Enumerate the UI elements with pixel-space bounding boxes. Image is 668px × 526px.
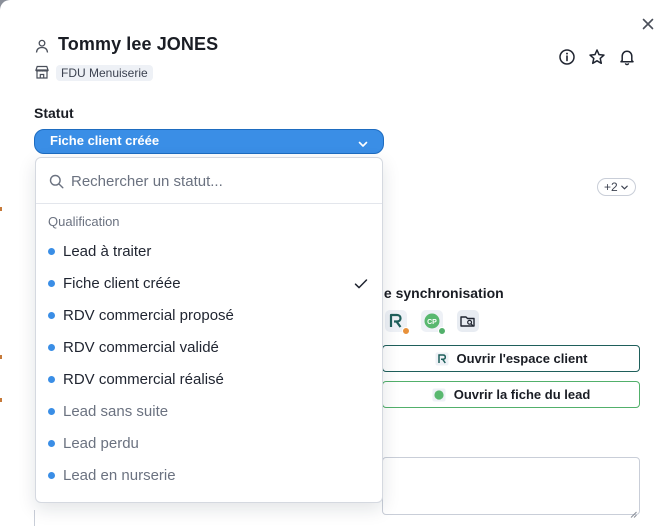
status-dot xyxy=(48,440,55,447)
sync-heading: le synchronisation xyxy=(380,285,504,301)
status-dot xyxy=(48,376,55,383)
user-icon xyxy=(34,38,50,54)
info-icon[interactable] xyxy=(558,48,576,66)
crm-app-icon[interactable]: CP xyxy=(421,310,446,335)
statut-options: Lead à traiter Fiche client créée RDV co… xyxy=(36,235,382,491)
open-lead-sheet-button[interactable]: Ouvrir la fiche du lead xyxy=(382,381,640,408)
bell-icon[interactable] xyxy=(618,48,636,66)
chevron-down-icon xyxy=(620,185,628,190)
store-icon xyxy=(34,64,50,80)
svg-text:CP: CP xyxy=(427,319,437,326)
close-icon[interactable] xyxy=(640,16,656,32)
status-dot xyxy=(48,472,55,479)
statut-option[interactable]: RDV commercial réalisé xyxy=(36,363,382,395)
statut-dropdown: Qualification Lead à traiter Fiche clien… xyxy=(35,157,383,503)
statut-option[interactable]: Lead en nurserie xyxy=(36,459,382,491)
status-dot xyxy=(48,408,55,415)
company-badge[interactable]: FDU Menuiserie xyxy=(56,65,153,81)
statut-option[interactable]: Lead à traiter xyxy=(36,235,382,267)
page-title: Tommy lee JONES xyxy=(58,34,219,54)
r-app-icon[interactable] xyxy=(385,310,410,335)
check-icon xyxy=(354,277,368,289)
statut-search-input[interactable] xyxy=(71,170,361,192)
statut-selected-value: Fiche client créée xyxy=(50,133,160,148)
statut-option[interactable]: RDV commercial proposé xyxy=(36,299,382,331)
folder-search-icon[interactable] xyxy=(457,310,479,332)
statut-select[interactable]: Fiche client créée xyxy=(34,129,384,154)
status-dot xyxy=(48,280,55,287)
lead-modal: Tommy lee JONES FDU Menuiserie Statut Fi… xyxy=(0,0,668,526)
lower-field xyxy=(34,510,384,526)
statut-search xyxy=(36,158,382,204)
more-tags-badge[interactable]: +2 xyxy=(597,178,636,196)
status-dot xyxy=(48,248,55,255)
status-dot xyxy=(48,344,55,351)
statut-option[interactable]: RDV commercial validé xyxy=(36,331,382,363)
notes-textarea[interactable] xyxy=(382,457,640,518)
statut-option[interactable]: Lead sans suite xyxy=(36,395,382,427)
open-client-space-button[interactable]: Ouvrir l'espace client xyxy=(382,345,640,372)
header-actions xyxy=(558,48,636,66)
r-app-icon xyxy=(435,352,449,366)
crm-app-icon xyxy=(432,388,446,402)
statut-option[interactable]: Fiche client créée xyxy=(36,267,382,299)
statut-option[interactable]: Lead perdu xyxy=(36,427,382,459)
chevron-down-icon xyxy=(357,135,369,147)
search-icon xyxy=(49,174,64,189)
star-icon[interactable] xyxy=(588,48,606,66)
group-label: Qualification xyxy=(48,214,120,229)
resize-handle-icon[interactable] xyxy=(630,505,637,518)
statut-label: Statut xyxy=(34,105,74,121)
status-dot xyxy=(48,312,55,319)
sync-icons: CP xyxy=(385,310,479,335)
background-edge xyxy=(0,0,3,526)
